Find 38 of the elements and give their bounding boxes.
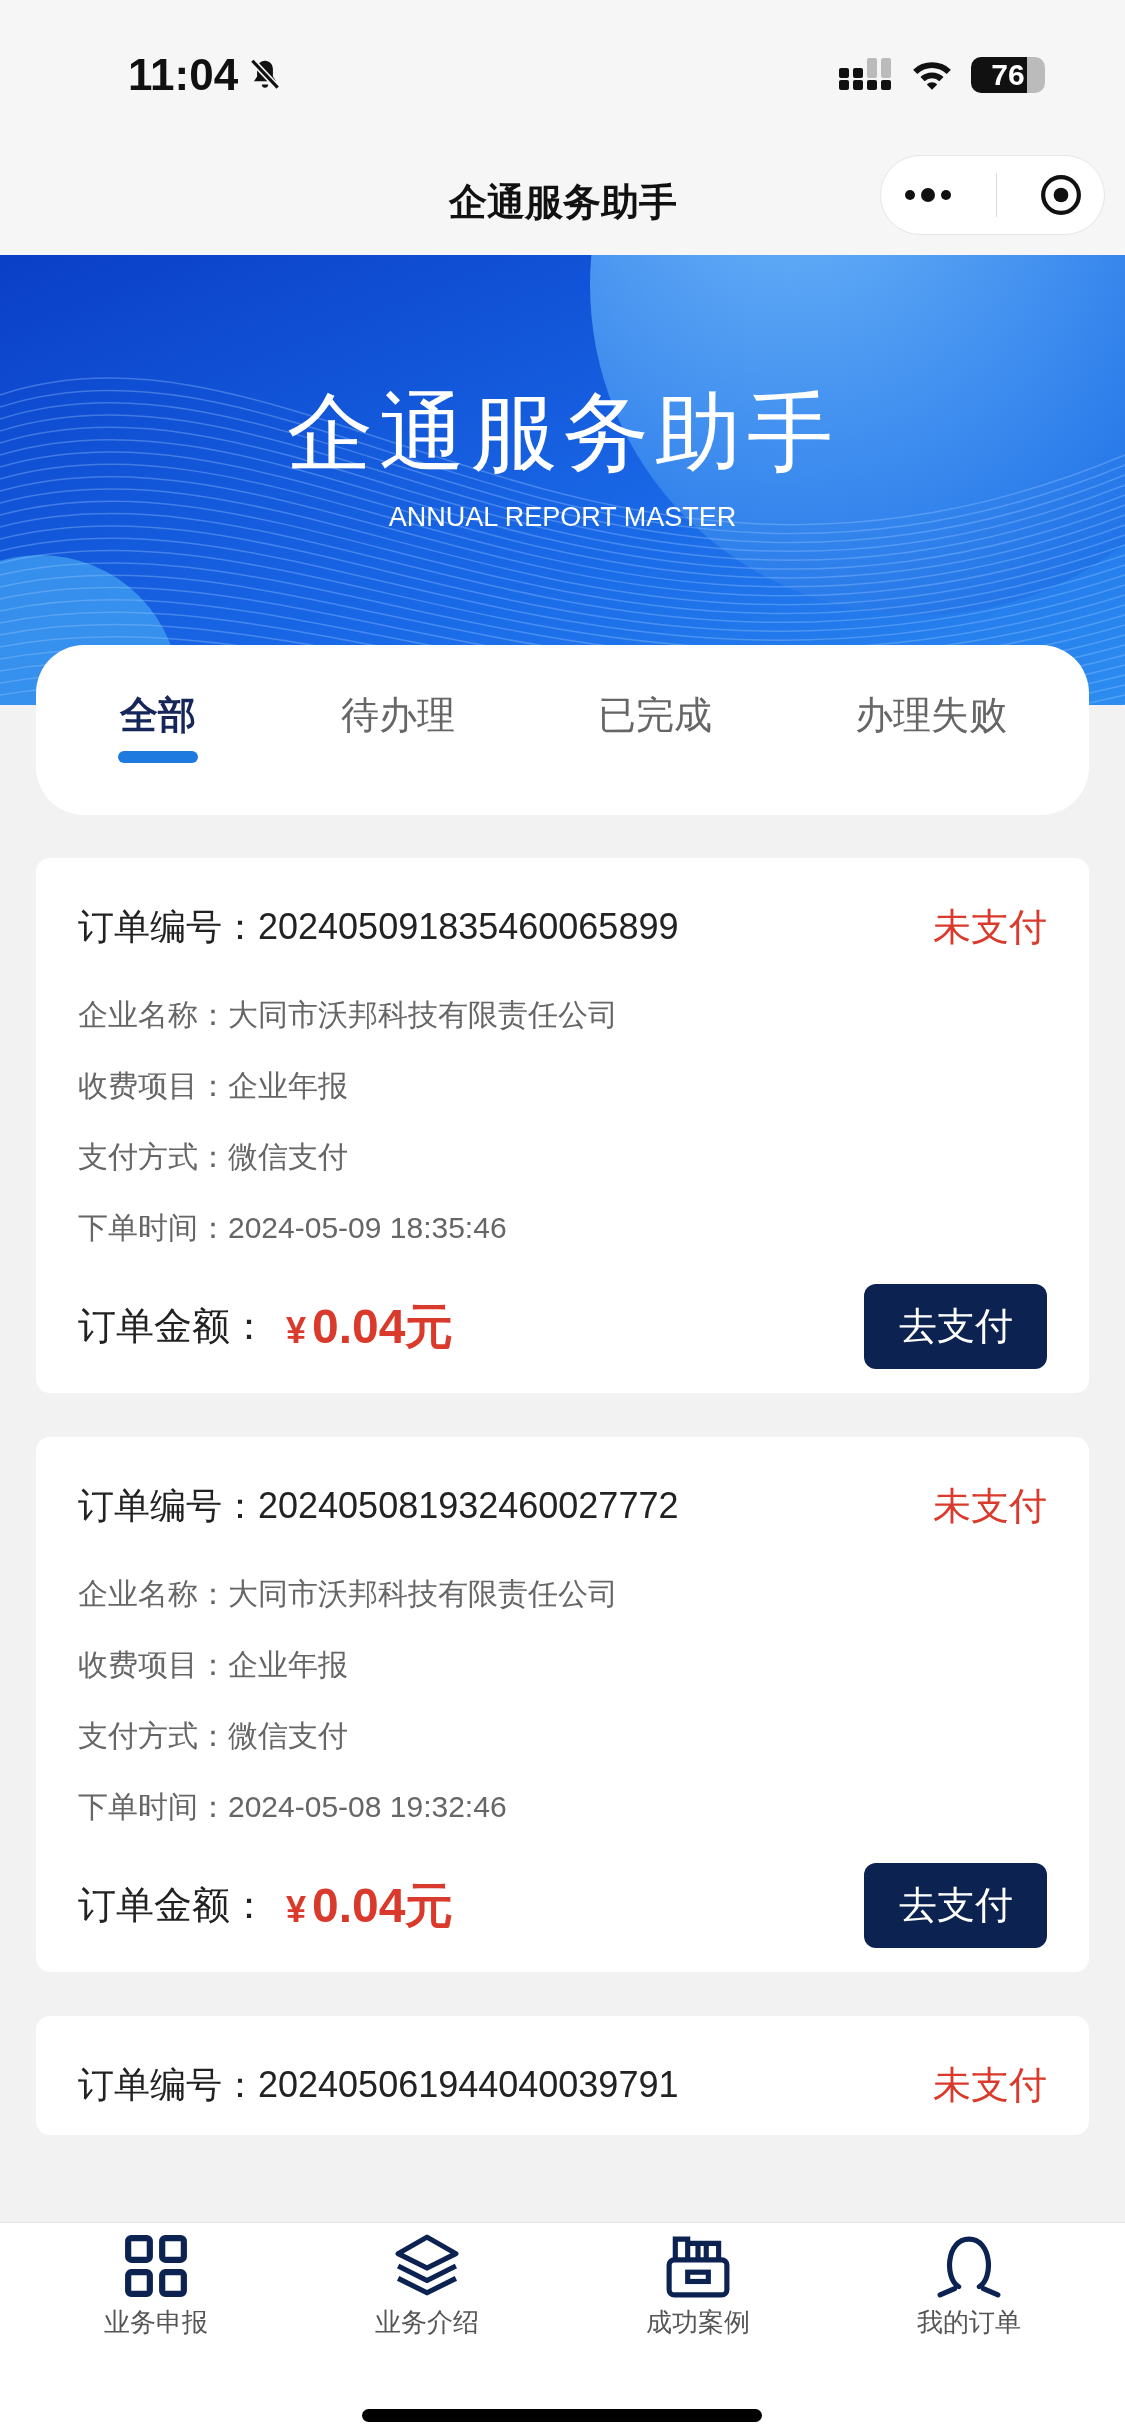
order-number: 订单编号：202405081932460027772: [78, 1484, 679, 1528]
order-detail: 支付方式：微信支付: [78, 1139, 349, 1175]
order-detail: 下单时间：2024-05-08 19:32:46: [78, 1789, 508, 1825]
status-time: 11:04: [128, 50, 239, 100]
tab[interactable]: 办理失败: [855, 690, 1008, 770]
order-status: 未支付: [933, 2063, 1047, 2108]
order-detail: 下单时间：2024-05-09 18:35:46: [78, 1210, 508, 1246]
order-detail: 收费项目：企业年报: [78, 1647, 349, 1683]
tab-bar-item[interactable]: 业务申报: [55, 2233, 256, 2340]
order-amount: ¥0.04元: [286, 1298, 454, 1355]
amount-label: 订单金额：: [78, 1304, 268, 1349]
order-number: 订单编号：202405061944040039791: [78, 2063, 679, 2107]
battery-icon: 76: [971, 57, 1045, 93]
order-detail: 企业名称：大同市沃邦科技有限责任公司: [78, 997, 619, 1033]
amount-label: 订单金额：: [78, 1883, 268, 1928]
tab-bar-item[interactable]: 业务介绍: [326, 2233, 527, 2340]
order-detail: 企业名称：大同市沃邦科技有限责任公司: [78, 1576, 619, 1612]
signal-icon: [839, 58, 893, 92]
order-detail: 支付方式：微信支付: [78, 1718, 349, 1754]
banner-subtitle: ANNUAL REPORT MASTER: [388, 502, 737, 533]
pay-button[interactable]: 去支付: [864, 1863, 1047, 1948]
tab-bar-item[interactable]: 我的订单: [869, 2233, 1070, 2340]
pay-button[interactable]: 去支付: [864, 1284, 1047, 1369]
tab-bar-item[interactable]: 成功案例: [598, 2233, 799, 2340]
grid-icon: [122, 2233, 189, 2299]
banner-title: 企通服务助手: [286, 381, 839, 484]
order-detail: 收费项目：企业年报: [78, 1068, 349, 1104]
tab[interactable]: 全部: [117, 690, 198, 770]
order-amount: ¥0.04元: [286, 1877, 454, 1934]
more-icon[interactable]: [902, 188, 953, 202]
order-status: 未支付: [933, 1484, 1047, 1529]
page-title: 企通服务助手: [448, 179, 677, 226]
tab[interactable]: 待办理: [340, 690, 455, 770]
order-status: 未支付: [933, 905, 1047, 950]
order-number: 订单编号：202405091835460065899: [78, 905, 679, 949]
tab[interactable]: 已完成: [598, 690, 713, 770]
wifi-icon: [911, 59, 953, 91]
close-target-icon[interactable]: [1040, 174, 1083, 216]
